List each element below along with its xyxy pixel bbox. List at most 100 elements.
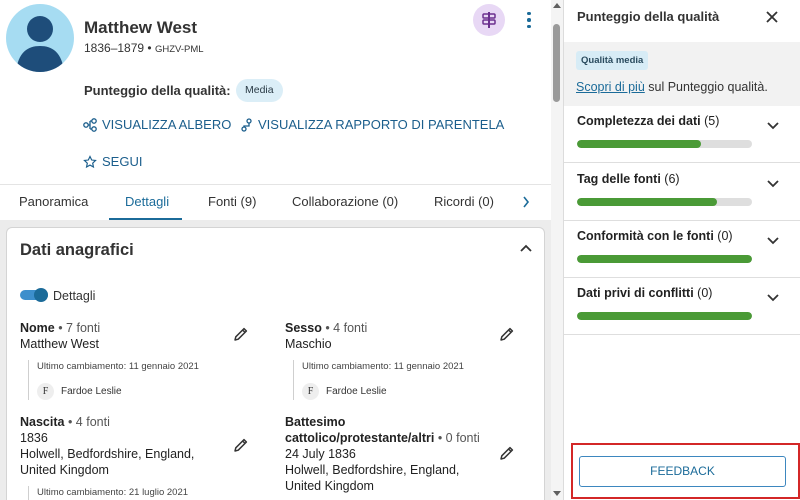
birth-count: • 4 fonti — [64, 415, 110, 429]
category-label: Completezza dei dati (5) — [577, 114, 719, 128]
person-id: GHZV-PML — [154, 44, 204, 55]
scroll-up-arrow[interactable] — [553, 3, 561, 8]
quality-score-badge[interactable]: Media — [236, 79, 283, 102]
person-lifespan: 1836–1879 • GHZV-PML — [84, 41, 204, 55]
relationship-icon — [241, 117, 252, 132]
baptism-label-line2: cattolico/protestante/altri — [285, 431, 435, 445]
view-relationship-link[interactable]: VISUALIZZA RAPPORTO DI PARENTELA — [240, 117, 504, 132]
research-help-button[interactable] — [473, 4, 505, 36]
birth-date: 1836 — [20, 431, 48, 445]
contributor-name: Fardoe Leslie — [326, 386, 387, 397]
pencil-icon[interactable] — [499, 445, 515, 461]
chevron-down-icon[interactable] — [767, 237, 779, 245]
follow-label: SEGUI — [102, 154, 143, 169]
category-count: (0) — [717, 229, 733, 243]
view-tree-label: VISUALIZZA ALBERO — [102, 117, 232, 132]
more-options-button[interactable] — [519, 9, 539, 31]
score-bar — [577, 140, 752, 148]
tab-dettagli[interactable]: Dettagli — [108, 185, 183, 221]
birth-label: Nascita — [20, 415, 65, 429]
details-toggle[interactable] — [20, 288, 48, 302]
quality-badge: Qualità media — [576, 51, 649, 70]
baptism-field: Battesimo cattolico/protestante/altri • … — [285, 414, 480, 494]
name-field: Nome • 7 fonti Matthew West — [20, 320, 100, 352]
pencil-icon[interactable] — [233, 437, 249, 453]
pencil-icon[interactable] — [233, 326, 249, 342]
baptism-date: 24 July 1836 — [285, 447, 356, 461]
view-relationship-label: VISUALIZZA RAPPORTO DI PARENTELA — [258, 117, 505, 132]
baptism-label-line1: Battesimo — [285, 415, 346, 429]
category-name: Tag delle fonti — [577, 172, 661, 186]
category-source-conformity[interactable]: Conformità con le fonti (0) — [564, 221, 800, 278]
panel-title: Punteggio della qualità — [577, 9, 720, 24]
chevron-down-icon[interactable] — [767, 294, 779, 302]
details-toggle-label: Dettagli — [53, 289, 96, 303]
chevron-down-icon[interactable] — [767, 122, 779, 130]
learn-more-link[interactable]: Scopri di più — [576, 80, 645, 94]
score-bar — [577, 312, 752, 320]
category-name: Conformità con le fonti — [577, 229, 714, 243]
birth-place-line1: Holwell, Bedfordshire, England, — [20, 447, 195, 461]
feedback-button[interactable]: FEEDBACK — [579, 456, 786, 487]
category-count: (0) — [697, 286, 713, 300]
tab-panoramica[interactable]: Panoramica — [19, 185, 88, 220]
name-label: Nome — [20, 321, 55, 335]
category-conflict-free[interactable]: Dati privi di conflitti (0) — [564, 278, 800, 335]
sex-contributor[interactable]: F Fardoe Leslie — [302, 383, 464, 400]
category-source-tags[interactable]: Tag delle fonti (6) — [564, 164, 800, 221]
category-label: Dati privi di conflitti (0) — [577, 286, 712, 300]
chevron-right-icon[interactable] — [522, 196, 530, 208]
quality-score-panel: Punteggio della qualità Qualità media Sc… — [563, 0, 800, 500]
signpost-icon — [482, 12, 496, 28]
chevron-down-icon[interactable] — [767, 180, 779, 188]
score-fill — [577, 140, 702, 148]
more-vert-icon — [527, 11, 531, 16]
vital-info-card: Dati anagrafici Dettagli Nome • 7 fonti … — [6, 227, 545, 500]
pencil-icon[interactable] — [499, 326, 515, 342]
contributor-name: Fardoe Leslie — [61, 386, 122, 397]
sex-field: Sesso • 4 fonti Maschio — [285, 320, 367, 352]
score-bar — [577, 198, 752, 206]
lifespan-text: 1836–1879 — [84, 41, 145, 55]
avatar — [6, 4, 74, 72]
chevron-up-icon[interactable] — [520, 244, 532, 252]
birth-history: Ultimo cambiamento: 21 luglio 2021 — [28, 486, 188, 500]
birth-field: Nascita • 4 fonti 1836 Holwell, Bedfords… — [20, 414, 194, 478]
close-icon[interactable] — [765, 10, 779, 24]
category-label: Conformità con le fonti (0) — [577, 229, 733, 243]
name-count: • 7 fonti — [54, 321, 101, 335]
follow-link[interactable]: SEGUI — [83, 154, 142, 169]
baptism-count: • 0 fonti — [434, 431, 480, 445]
category-count: (5) — [704, 114, 720, 128]
score-bar — [577, 255, 752, 263]
learn-more-text: Scopri di più sul Punteggio qualità. — [576, 80, 768, 94]
sex-history: Ultimo cambiamento: 11 gennaio 2021 F Fa… — [293, 360, 464, 400]
person-page: Matthew West 1836–1879 • GHZV-PML Punteg… — [0, 0, 563, 500]
learn-more-rest: sul Punteggio qualità. — [644, 80, 768, 94]
scroll-thumb[interactable] — [553, 24, 560, 102]
score-fill — [577, 312, 752, 320]
sex-value: Maschio — [285, 337, 332, 351]
sex-label: Sesso — [285, 321, 322, 335]
contributor-avatar: F — [37, 383, 54, 400]
tree-icon — [83, 117, 97, 132]
view-tree-link[interactable]: VISUALIZZA ALBERO — [83, 117, 231, 132]
tab-fonti[interactable]: Fonti (9) — [208, 185, 256, 220]
score-fill — [577, 198, 717, 206]
score-fill — [577, 255, 752, 263]
name-contributor[interactable]: F Fardoe Leslie — [37, 383, 199, 400]
name-changed: Ultimo cambiamento: 11 gennaio 2021 — [37, 361, 199, 372]
category-name: Completezza dei dati — [577, 114, 701, 128]
feedback-highlight: FEEDBACK — [571, 443, 800, 499]
card-title: Dati anagrafici — [20, 241, 134, 259]
category-completeness[interactable]: Completezza dei dati (5) — [564, 106, 800, 163]
name-history: Ultimo cambiamento: 11 gennaio 2021 F Fa… — [28, 360, 199, 400]
baptism-place-line2: United Kingdom — [285, 479, 374, 493]
category-count: (6) — [664, 172, 680, 186]
vertical-scrollbar[interactable] — [551, 0, 563, 500]
sex-count: • 4 fonti — [321, 321, 368, 335]
name-value: Matthew West — [20, 337, 99, 351]
tab-ricordi[interactable]: Ricordi (0) — [434, 185, 494, 220]
tab-collaborazione[interactable]: Collaborazione (0) — [292, 185, 398, 220]
scroll-down-arrow[interactable] — [553, 491, 561, 496]
